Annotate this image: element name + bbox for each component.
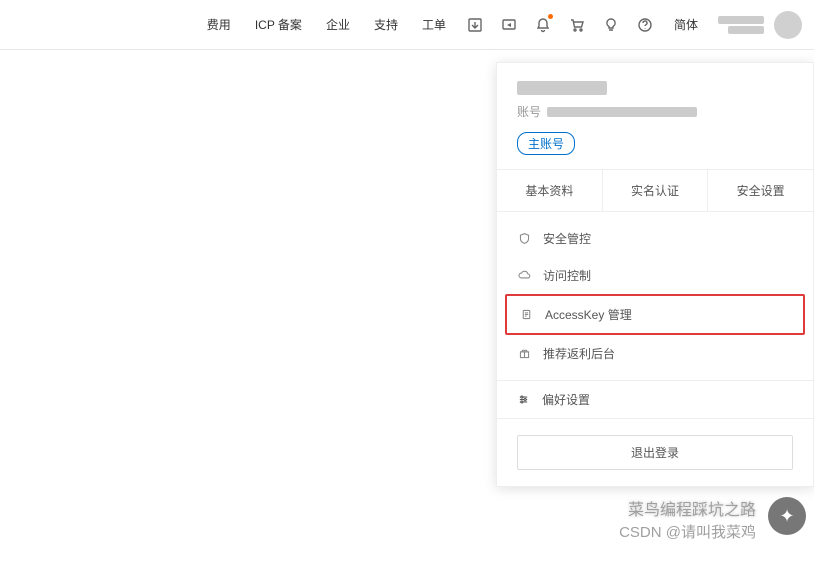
key-icon: [519, 308, 533, 322]
account-id-obscured: [547, 107, 697, 117]
watermark-line2: CSDN @请叫我菜鸡: [619, 522, 756, 543]
logout-button[interactable]: 退出登录: [517, 435, 793, 470]
item-preference[interactable]: 偏好设置: [497, 381, 813, 419]
nav-fee[interactable]: 费用: [197, 16, 241, 33]
watermark: 菜鸟编程踩坑之路 CSDN @请叫我菜鸡: [619, 500, 756, 543]
dropdown-tabs: 基本资料 实名认证 安全设置: [497, 169, 813, 212]
tab-security[interactable]: 安全设置: [708, 170, 813, 211]
nav-icp[interactable]: ICP 备案: [245, 16, 312, 33]
account-label: 账号: [517, 103, 541, 120]
nav-lang[interactable]: 简体: [664, 16, 708, 33]
nav-enterprise[interactable]: 企业: [316, 16, 360, 33]
main-account-badge: 主账号: [517, 132, 575, 155]
cart-icon[interactable]: [562, 10, 592, 40]
avatar[interactable]: [774, 11, 802, 39]
username-obscured: [517, 81, 607, 95]
top-header: 费用 ICP 备案 企业 支持 工单 简体: [0, 0, 814, 50]
item-label: 偏好设置: [542, 391, 590, 408]
item-label: 安全管控: [543, 230, 591, 247]
item-access-control[interactable]: 访问控制: [497, 257, 813, 294]
tab-realname[interactable]: 实名认证: [603, 170, 709, 211]
nav-support[interactable]: 支持: [364, 16, 408, 33]
item-label: 推荐返利后台: [543, 345, 615, 362]
dropdown-list: 安全管控 访问控制 AccessKey 管理 推荐返利后台: [497, 212, 813, 381]
bell-icon[interactable]: [528, 10, 558, 40]
user-dropdown: 账号 主账号 基本资料 实名认证 安全设置 安全管控 访问控制 AccessKe…: [496, 62, 814, 487]
dropdown-header: 账号 主账号: [497, 63, 813, 169]
app-icon[interactable]: [460, 10, 490, 40]
user-label-obscured: [718, 16, 764, 34]
logout-section: 退出登录: [497, 419, 813, 486]
shield-icon: [517, 232, 531, 246]
notification-dot: [548, 14, 553, 19]
item-label: 访问控制: [543, 267, 591, 284]
help-icon[interactable]: [630, 10, 660, 40]
nav-worksheet[interactable]: 工单: [412, 16, 456, 33]
gift-icon: [517, 347, 531, 361]
bulb-icon[interactable]: [596, 10, 626, 40]
settings-icon: [517, 393, 530, 406]
item-security-control[interactable]: 安全管控: [497, 220, 813, 257]
item-label: AccessKey 管理: [545, 306, 632, 323]
watermark-line1: 菜鸟编程踩坑之路: [619, 500, 756, 522]
watermark-logo: ✦: [768, 497, 806, 535]
account-row: 账号: [517, 103, 793, 120]
cloud-icon: [517, 269, 531, 283]
screen-icon[interactable]: [494, 10, 524, 40]
tab-profile[interactable]: 基本资料: [497, 170, 603, 211]
item-accesskey-management[interactable]: AccessKey 管理: [505, 294, 805, 335]
item-rebate[interactable]: 推荐返利后台: [497, 335, 813, 372]
